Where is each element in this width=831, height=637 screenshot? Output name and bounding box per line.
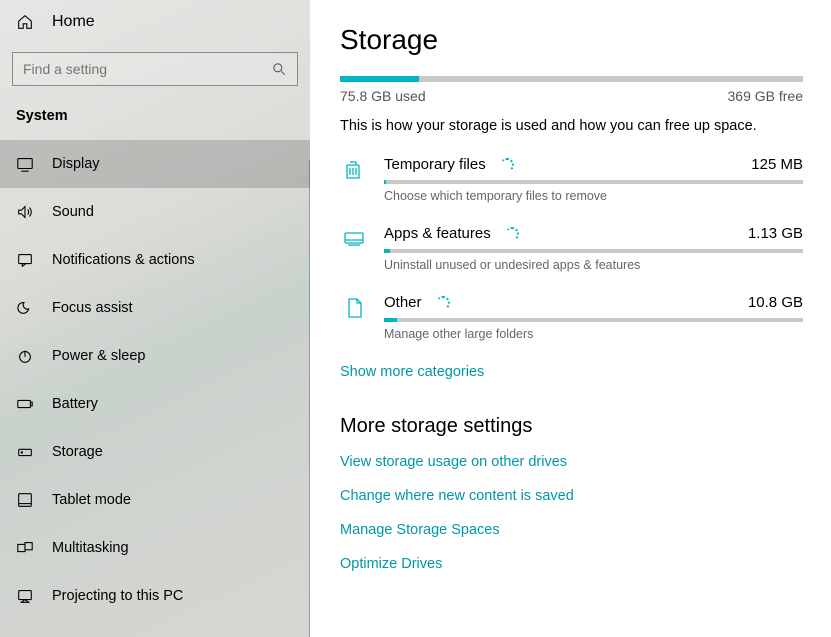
sidebar: Home System Display Sound Notifications … (0, 0, 310, 637)
more-settings-heading: More storage settings (340, 415, 803, 438)
category-size: 1.13 GB (748, 225, 803, 242)
search-icon (271, 61, 287, 77)
category-bar (384, 180, 803, 184)
loading-spinner-icon (436, 296, 450, 310)
category-bar-fill (384, 249, 390, 253)
category-title: Temporary files (384, 156, 486, 173)
storage-icon (16, 443, 34, 461)
settings-link[interactable]: Change where new content is saved (340, 488, 574, 504)
sidebar-item-sound[interactable]: Sound (0, 188, 310, 236)
disk-labels: 75.8 GB used 369 GB free (340, 88, 803, 104)
main-content: Storage 75.8 GB used 369 GB free This is… (310, 0, 831, 637)
category-size: 10.8 GB (748, 294, 803, 311)
settings-link[interactable]: View storage usage on other drives (340, 454, 567, 470)
disk-used-label: 75.8 GB used (340, 88, 426, 104)
category-bar (384, 249, 803, 253)
sidebar-item-display[interactable]: Display (0, 140, 310, 188)
home-label: Home (52, 13, 95, 31)
multitasking-icon (16, 539, 34, 557)
sidebar-item-storage[interactable]: Storage (0, 428, 310, 476)
sidebar-item-label: Projecting to this PC (52, 588, 183, 604)
notifications-icon (16, 251, 34, 269)
show-more-categories-link[interactable]: Show more categories (340, 364, 484, 380)
category-desc: Manage other large folders (384, 327, 803, 341)
category-bar-fill (384, 318, 397, 322)
category-desc: Uninstall unused or undesired apps & fea… (384, 258, 803, 272)
category-icon (340, 156, 368, 203)
category-list: Temporary files 125 MB Choose which tempor… (340, 156, 803, 341)
sidebar-item-battery[interactable]: Battery (0, 380, 310, 428)
loading-spinner-icon (500, 158, 514, 172)
focus-assist-icon (16, 299, 34, 317)
sidebar-item-label: Display (52, 156, 100, 172)
disk-usage-bar (340, 76, 803, 82)
disk-free-label: 369 GB free (728, 88, 804, 104)
category-title: Apps & features (384, 225, 491, 242)
sidebar-item-label: Focus assist (52, 300, 133, 316)
category-icon (340, 225, 368, 272)
category-icon (340, 294, 368, 341)
sidebar-item-label: Tablet mode (52, 492, 131, 508)
sidebar-item-label: Power & sleep (52, 348, 146, 364)
sidebar-item-label: Storage (52, 444, 103, 460)
more-settings-links: View storage usage on other drives Change… (340, 454, 803, 572)
category-bar-fill (384, 180, 386, 184)
search-field[interactable] (23, 61, 271, 77)
sidebar-item-power-sleep[interactable]: Power & sleep (0, 332, 310, 380)
sidebar-nav: Display Sound Notifications & actions Fo… (0, 140, 310, 620)
page-title: Storage (340, 24, 803, 56)
loading-spinner-icon (505, 227, 519, 241)
settings-link[interactable]: Manage Storage Spaces (340, 522, 500, 538)
search-input[interactable] (12, 52, 298, 86)
category-item[interactable]: Apps & features 1.13 GB Uninstall unused o… (340, 225, 803, 272)
display-icon (16, 155, 34, 173)
search-container (0, 44, 310, 90)
sidebar-divider (309, 160, 310, 637)
category-desc: Choose which temporary files to remove (384, 189, 803, 203)
power-icon (16, 347, 34, 365)
intro-text: This is how your storage is used and how… (340, 118, 803, 134)
sidebar-item-label: Battery (52, 396, 98, 412)
sidebar-item-tablet-mode[interactable]: Tablet mode (0, 476, 310, 524)
settings-link[interactable]: Optimize Drives (340, 556, 442, 572)
category-item[interactable]: Other 10.8 GB Manage other large folders (340, 294, 803, 341)
sidebar-item-label: Multitasking (52, 540, 129, 556)
projecting-icon (16, 587, 34, 605)
sidebar-item-label: Notifications & actions (52, 252, 195, 268)
tablet-icon (16, 491, 34, 509)
category-title: Other (384, 294, 422, 311)
sidebar-item-projecting[interactable]: Projecting to this PC (0, 572, 310, 620)
disk-usage-fill (340, 76, 419, 82)
sidebar-item-multitasking[interactable]: Multitasking (0, 524, 310, 572)
sidebar-item-notifications[interactable]: Notifications & actions (0, 236, 310, 284)
category-size: 125 MB (751, 156, 803, 173)
category-item[interactable]: Temporary files 125 MB Choose which tempor… (340, 156, 803, 203)
sidebar-item-label: Sound (52, 204, 94, 220)
sidebar-section-title: System (0, 90, 310, 130)
sidebar-item-focus-assist[interactable]: Focus assist (0, 284, 310, 332)
category-bar (384, 318, 803, 322)
sound-icon (16, 203, 34, 221)
home-icon (16, 13, 34, 31)
home-button[interactable]: Home (0, 0, 310, 44)
battery-icon (16, 395, 34, 413)
